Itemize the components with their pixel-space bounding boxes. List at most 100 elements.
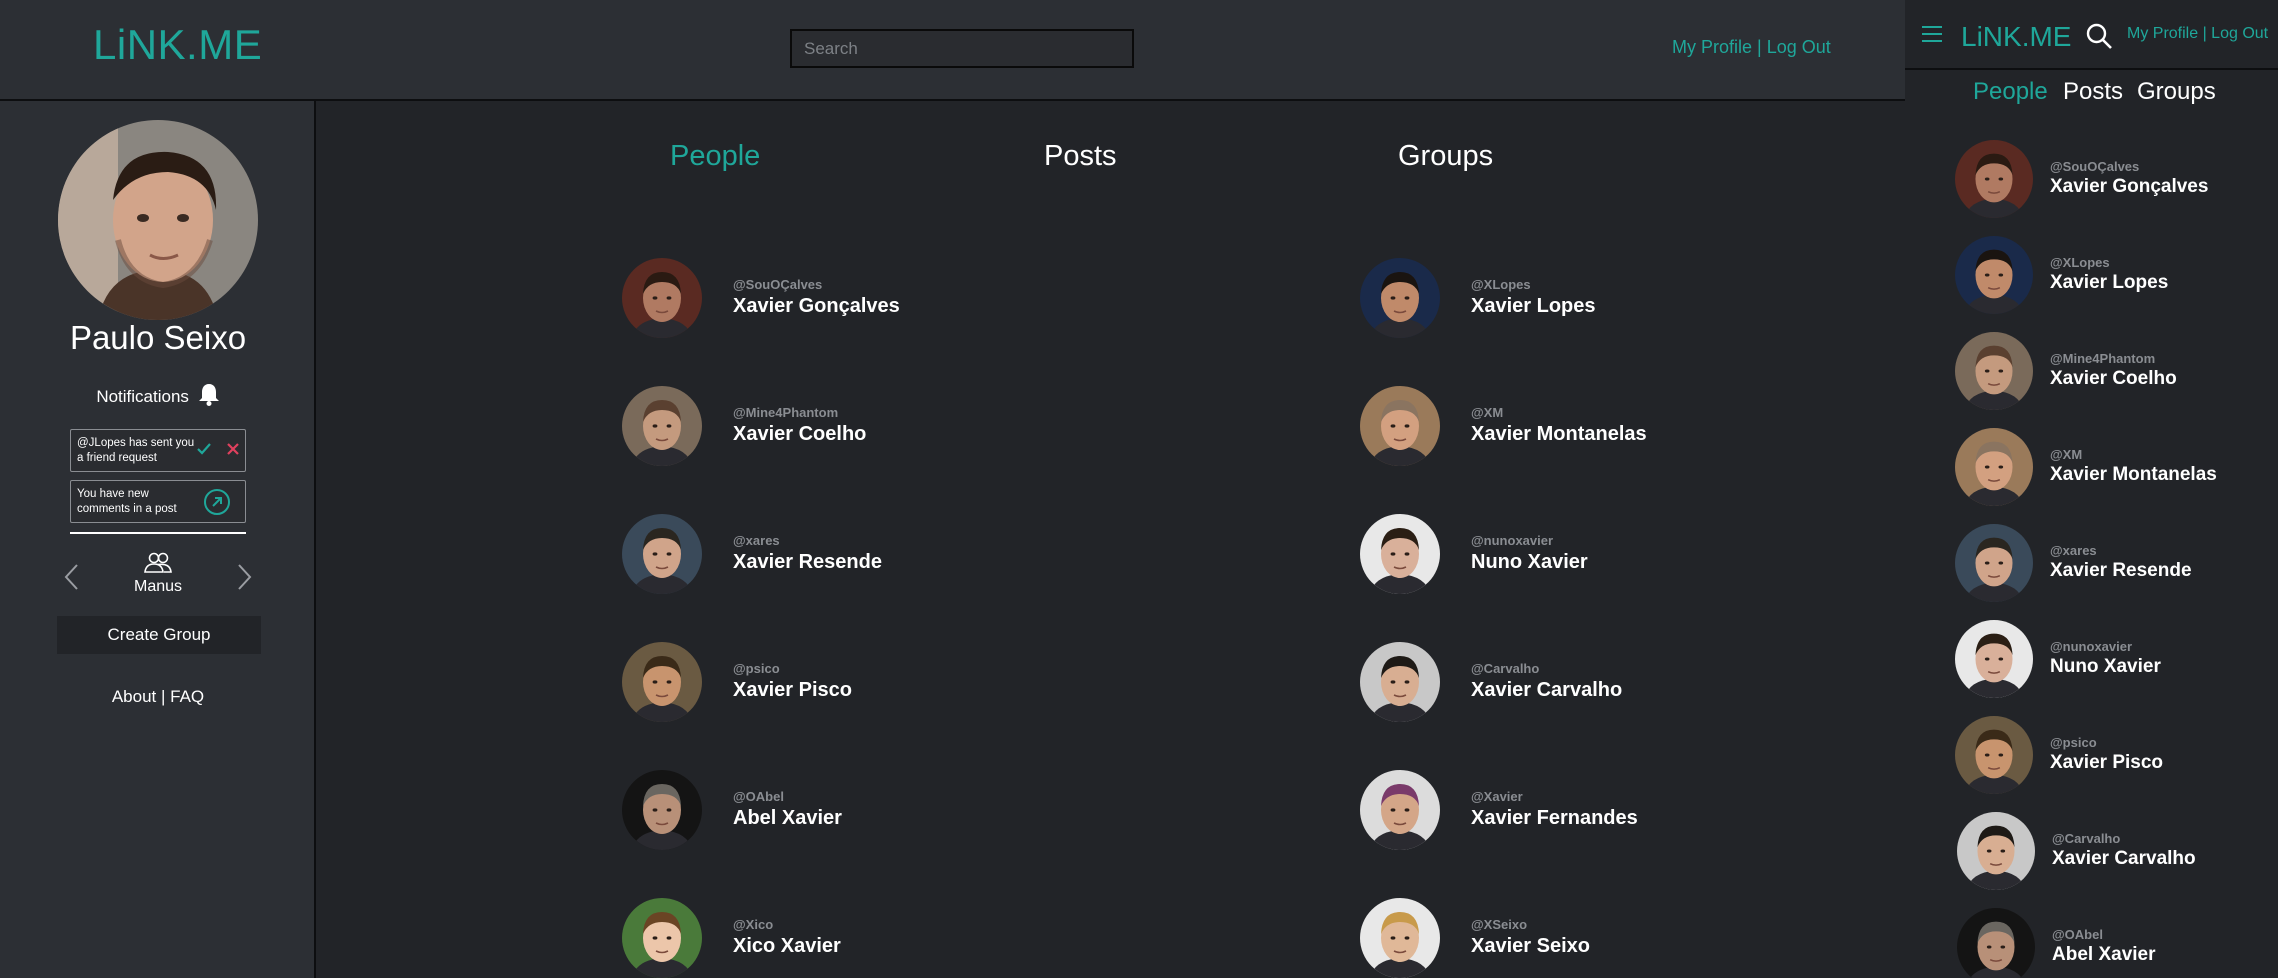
- person-card[interactable]: @nunoxavier Nuno Xavier: [1360, 514, 1780, 596]
- mobile-person-card[interactable]: @nunoxavier Nuno Xavier: [1955, 620, 2275, 700]
- avatar[interactable]: [1957, 908, 2035, 978]
- person-name[interactable]: Xavier Fernandes: [1471, 807, 1638, 830]
- divider: [70, 532, 246, 534]
- person-name[interactable]: Xavier Seixo: [1471, 935, 1590, 958]
- person-handle: @xares: [733, 533, 780, 548]
- avatar[interactable]: [1955, 428, 2033, 506]
- person-name[interactable]: Xavier Lopes: [1471, 295, 1596, 318]
- mobile-person-card[interactable]: @OAbel Abel Xavier: [1957, 908, 2277, 978]
- avatar[interactable]: [622, 386, 702, 466]
- person-card[interactable]: @XSeixo Xavier Seixo: [1360, 898, 1780, 980]
- accept-check-icon[interactable]: [195, 440, 213, 458]
- avatar[interactable]: [1955, 620, 2033, 698]
- tab-posts[interactable]: Posts: [1044, 140, 1117, 173]
- avatar[interactable]: [1955, 332, 2033, 410]
- person-name[interactable]: Xavier Coelho: [733, 423, 866, 446]
- desktop-view: LiNK.ME My Profile | Log Out Paulo Seixo…: [0, 0, 1905, 978]
- mobile-tab-people[interactable]: People: [1973, 78, 2048, 106]
- person-name[interactable]: Xico Xavier: [733, 935, 841, 958]
- person-handle: @XLopes: [2050, 255, 2110, 270]
- person-name[interactable]: Xavier Coelho: [2050, 368, 2177, 390]
- search-icon[interactable]: [2085, 22, 2113, 50]
- avatar[interactable]: [1955, 140, 2033, 218]
- mobile-person-card[interactable]: @psico Xavier Pisco: [1955, 716, 2275, 796]
- mobile-logo[interactable]: LiNK.ME: [1961, 21, 2071, 53]
- logo[interactable]: LiNK.ME: [93, 21, 262, 69]
- tab-people[interactable]: People: [670, 140, 760, 173]
- person-name[interactable]: Nuno Xavier: [2050, 656, 2161, 678]
- person-card[interactable]: @Xavier Xavier Fernandes: [1360, 770, 1780, 852]
- person-card[interactable]: @psico Xavier Pisco: [622, 642, 1042, 724]
- person-handle: @xares: [2050, 543, 2097, 558]
- mobile-tab-groups[interactable]: Groups: [2137, 78, 2216, 106]
- avatar[interactable]: [1957, 812, 2035, 890]
- reject-x-icon[interactable]: [224, 440, 242, 458]
- person-handle: @Carvalho: [2052, 831, 2121, 846]
- mobile-person-card[interactable]: @XM Xavier Montanelas: [1955, 428, 2275, 508]
- group-icon: [144, 552, 172, 573]
- person-name[interactable]: Xavier Resende: [2050, 560, 2192, 582]
- avatar[interactable]: [1955, 716, 2033, 794]
- person-name[interactable]: Abel Xavier: [2052, 944, 2156, 966]
- tab-groups[interactable]: Groups: [1398, 140, 1493, 173]
- person-name[interactable]: Xavier Gonçalves: [2050, 176, 2208, 198]
- avatar[interactable]: [1955, 524, 2033, 602]
- person-name[interactable]: Xavier Carvalho: [1471, 679, 1622, 702]
- log-out-link[interactable]: Log Out: [2211, 25, 2268, 42]
- avatar[interactable]: [622, 770, 702, 850]
- person-card[interactable]: @Xico Xico Xavier: [622, 898, 1042, 980]
- avatar[interactable]: [622, 514, 702, 594]
- avatar[interactable]: [1360, 386, 1440, 466]
- mobile-person-card[interactable]: @xares Xavier Resende: [1955, 524, 2275, 604]
- person-name[interactable]: Xavier Pisco: [2050, 752, 2163, 774]
- avatar[interactable]: [1360, 514, 1440, 594]
- person-name[interactable]: Xavier Resende: [733, 551, 882, 574]
- person-name[interactable]: Xavier Lopes: [2050, 272, 2168, 294]
- open-arrow-circle-icon[interactable]: [203, 488, 231, 516]
- avatar[interactable]: [622, 258, 702, 338]
- avatar[interactable]: [1360, 770, 1440, 850]
- my-profile-link[interactable]: My Profile: [1672, 37, 1752, 57]
- person-card[interactable]: @SouOÇalves Xavier Gonçalves: [622, 258, 1042, 340]
- my-profile-link[interactable]: My Profile: [2127, 25, 2198, 42]
- mobile-tab-posts[interactable]: Posts: [2063, 78, 2123, 106]
- person-card[interactable]: @Carvalho Xavier Carvalho: [1360, 642, 1780, 724]
- person-name[interactable]: Nuno Xavier: [1471, 551, 1588, 574]
- notification-new-comments[interactable]: You have new comments in a post: [70, 480, 246, 523]
- mobile-person-card[interactable]: @XLopes Xavier Lopes: [1955, 236, 2275, 316]
- person-name[interactable]: Abel Xavier: [733, 807, 842, 830]
- person-name[interactable]: Xavier Carvalho: [2052, 848, 2196, 870]
- person-card[interactable]: @xares Xavier Resende: [622, 514, 1042, 596]
- profile-avatar[interactable]: [58, 120, 258, 320]
- about-link[interactable]: About: [112, 687, 156, 706]
- faq-link[interactable]: FAQ: [170, 687, 204, 706]
- log-out-link[interactable]: Log Out: [1767, 37, 1831, 57]
- person-name[interactable]: Xavier Pisco: [733, 679, 852, 702]
- avatar[interactable]: [1360, 642, 1440, 722]
- person-handle: @psico: [2050, 735, 2097, 750]
- mobile-person-card[interactable]: @SouOÇalves Xavier Gonçalves: [1955, 140, 2275, 220]
- avatar[interactable]: [622, 898, 702, 978]
- avatar[interactable]: [1955, 236, 2033, 314]
- person-card[interactable]: @XLopes Xavier Lopes: [1360, 258, 1780, 340]
- person-card[interactable]: @OAbel Abel Xavier: [622, 770, 1042, 852]
- person-card[interactable]: @XM Xavier Montanelas: [1360, 386, 1780, 468]
- avatar[interactable]: [622, 642, 702, 722]
- person-handle: @Xico: [733, 917, 774, 932]
- person-name[interactable]: Xavier Montanelas: [1471, 423, 1647, 446]
- avatar[interactable]: [1360, 258, 1440, 338]
- mobile-person-card[interactable]: @Mine4Phantom Xavier Coelho: [1955, 332, 2275, 412]
- notification-friend-request[interactable]: @JLopes has sent you a friend request: [70, 429, 246, 472]
- person-card[interactable]: @Mine4Phantom Xavier Coelho: [622, 386, 1042, 468]
- create-group-button[interactable]: Create Group: [57, 616, 261, 654]
- group-name[interactable]: Manus: [0, 578, 316, 596]
- person-name[interactable]: Xavier Montanelas: [2050, 464, 2217, 486]
- person-name[interactable]: Xavier Gonçalves: [733, 295, 900, 318]
- hamburger-menu-icon[interactable]: [1921, 24, 1943, 44]
- search-input[interactable]: [790, 29, 1134, 68]
- mobile-person-card[interactable]: @Carvalho Xavier Carvalho: [1957, 812, 2277, 892]
- person-handle: @XM: [1471, 405, 1504, 420]
- avatar[interactable]: [1360, 898, 1440, 978]
- notifications-header[interactable]: Notifications: [0, 382, 316, 407]
- person-handle: @Mine4Phantom: [2050, 351, 2156, 366]
